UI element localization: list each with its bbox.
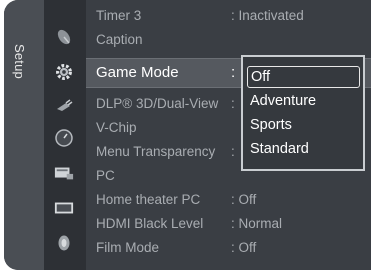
menu-item-film-mode[interactable]: Film Mode : Off (86, 236, 371, 260)
menu-item-label: Caption (96, 32, 143, 47)
menu-item-label: DLP® 3D/Dual-View (96, 96, 219, 111)
dropdown-option-standard[interactable]: Standard (247, 138, 360, 160)
menu-item-value: : Normal (231, 216, 283, 231)
menu-item-value: : (231, 96, 235, 111)
menu-item-hdmi-black-level[interactable]: HDMI Black Level : Normal (86, 212, 371, 236)
menu-item-label: Menu Transparency (96, 144, 216, 159)
sound-speaker-icon[interactable] (54, 233, 74, 253)
clock-icon[interactable] (54, 128, 74, 148)
side-tab-label: Setup (12, 44, 27, 79)
dropdown-option-sports[interactable]: Sports (247, 114, 360, 136)
satellite-dish-icon[interactable] (54, 27, 74, 47)
gear-icon[interactable] (54, 62, 74, 82)
game-mode-dropdown: Off Adventure Sports Standard (241, 55, 365, 171)
dropdown-option-adventure[interactable]: Adventure (247, 90, 360, 112)
menu-item-value: : (231, 64, 236, 81)
menu-item-caption[interactable]: Caption (86, 28, 371, 52)
menu-item-label: Game Mode (96, 64, 179, 81)
menu-item-label: Home theater PC (96, 192, 201, 207)
menu-icon-column (44, 0, 86, 270)
menu-item-value: : Off (231, 192, 257, 207)
menu-item-home-theater-pc[interactable]: Home theater PC : Off (86, 188, 371, 212)
menu-item-value: : Off (231, 240, 257, 255)
dropdown-option-off[interactable]: Off (247, 66, 360, 88)
tv-screen-icon[interactable] (54, 198, 74, 218)
side-tab: Setup (4, 0, 44, 270)
menu-item-label: PC (96, 168, 115, 183)
picture-settings-icon[interactable] (54, 163, 74, 183)
menu-item-label: HDMI Black Level (96, 216, 204, 231)
menu-item-value: : Inactivated (231, 8, 304, 23)
menu-item-timer-3[interactable]: Timer 3 : Inactivated (86, 4, 371, 28)
input-plug-icon[interactable] (54, 97, 74, 117)
menu-item-label: Timer 3 (96, 8, 142, 23)
menu-item-label: Film Mode (96, 240, 160, 255)
menu-item-value: : (231, 144, 235, 159)
menu-item-label: V-Chip (96, 120, 137, 135)
